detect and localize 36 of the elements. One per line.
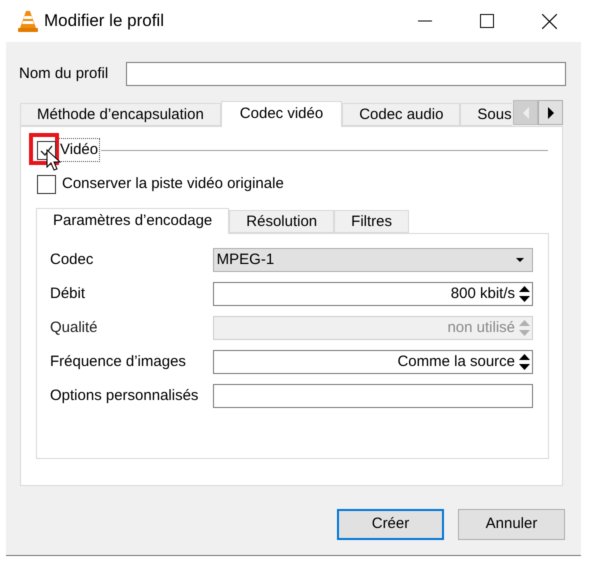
spinner-arrows-icon bbox=[519, 320, 530, 336]
spinner-arrows-icon bbox=[519, 286, 530, 302]
field-label: Fréquence d’images bbox=[50, 352, 187, 372]
field-label: Codec bbox=[50, 250, 94, 270]
field-label: Nom du profil bbox=[19, 64, 110, 84]
profile-name-field[interactable] bbox=[126, 62, 566, 86]
maximize-icon bbox=[480, 14, 494, 28]
minimize-icon bbox=[418, 20, 432, 22]
right-arrow-icon bbox=[548, 106, 554, 118]
tab[interactable]: Résolution bbox=[229, 210, 334, 233]
field-label: Débit bbox=[50, 284, 86, 304]
spin-box[interactable]: 800 kbit/s bbox=[212, 282, 533, 306]
tab[interactable]: Sous bbox=[460, 103, 512, 126]
tab[interactable]: Filtres bbox=[334, 210, 409, 233]
checkbox[interactable] bbox=[37, 174, 56, 194]
traffic-cone-icon bbox=[18, 10, 38, 32]
dialog-button[interactable]: Annuler bbox=[458, 509, 565, 540]
spinner-arrows-icon bbox=[519, 354, 530, 370]
dialog-button[interactable]: Créer bbox=[337, 509, 444, 540]
caret-icon bbox=[516, 258, 524, 262]
tab[interactable]: Codec audio bbox=[342, 103, 460, 126]
close-icon bbox=[542, 14, 556, 28]
field-label: Qualité bbox=[50, 318, 99, 338]
checkbox-label: Conserver la piste vidéo originale bbox=[62, 174, 284, 194]
cursor-icon bbox=[46, 149, 61, 172]
tab[interactable]: Paramètres d’encodage bbox=[36, 208, 230, 234]
tab[interactable]: Codec vidéo bbox=[220, 101, 342, 127]
input-field[interactable] bbox=[212, 384, 533, 408]
field-label: Options personnalisés bbox=[50, 386, 200, 406]
window-title: Modifier le profil bbox=[44, 10, 164, 32]
spin-box[interactable]: Comme la source bbox=[212, 350, 533, 374]
scroll-right-button[interactable] bbox=[538, 100, 563, 125]
left-arrow-icon bbox=[522, 106, 528, 118]
tab[interactable]: Méthode d’encapsulation bbox=[20, 103, 221, 126]
check-icon bbox=[40, 144, 53, 156]
codec-dropdown[interactable]: MPEG-1 bbox=[212, 248, 533, 272]
